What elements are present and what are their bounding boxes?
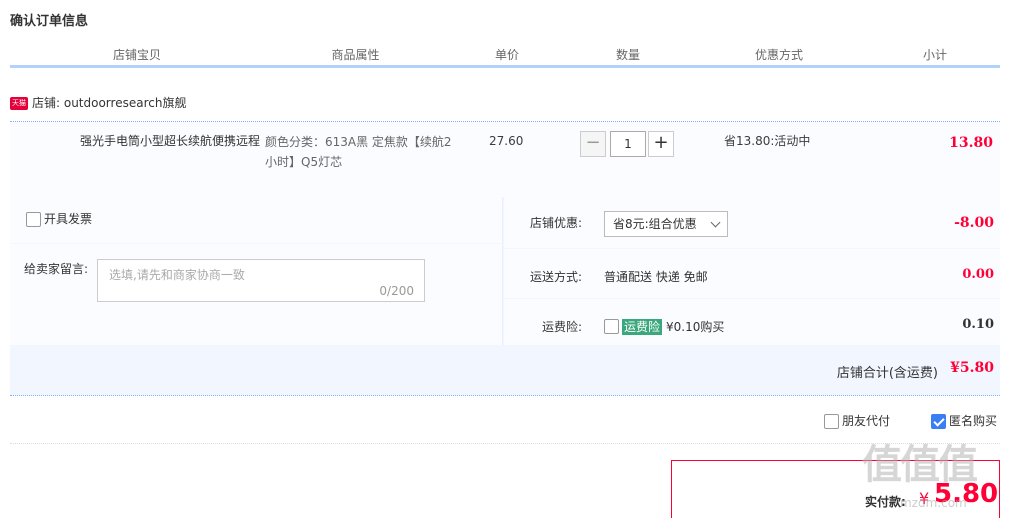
shop-info: 天猫 店铺: outdoorresearch旗舰 [10,94,186,112]
seller-message-placeholder: 选填,请先和商家协商一致 [109,268,245,282]
shipping-value: 0.00 [962,267,994,282]
seller-message-counter: 0/200 [379,284,414,298]
item-title-link[interactable]: 强光手电筒小型超长续航便携远程 [80,132,260,150]
shop-discount-selected: 省8元:组合优惠 [613,217,697,231]
freight-insurance-label: 运费险: [541,320,582,334]
item-attributes: 颜色分类：613A黑 定焦款【续航2小时】Q5灯芯 [265,135,452,169]
item-promotion: 省13.80:活动中 [724,134,811,148]
shop-discount-select[interactable]: 省8元:组合优惠 [604,211,728,237]
seller-message-textarea[interactable]: 选填,请先和商家协商一致 0/200 [97,259,425,302]
friend-pay-checkbox[interactable] [824,414,839,429]
friend-pay-label: 朋友代付 [842,414,891,428]
freight-insurance-price: ¥0.10购买 [666,319,725,334]
tmall-icon: 天猫 [10,97,28,110]
chevron-down-icon [710,217,721,228]
anonymous-purchase-checkbox[interactable] [931,414,946,429]
header-item: 店铺宝贝 [10,46,265,65]
shipping-row: 运送方式: 普通配送 快递 免邮 0.00 [504,249,1000,299]
header-unit-price: 单价 [447,46,568,65]
order-costs-column: 店铺优惠: 省8元:组合优惠 -8.00 运送方式: 普通配送 快递 免邮 0.… [504,197,1000,345]
shop-name-link[interactable]: 店铺: outdoorresearch旗舰 [32,96,186,110]
header-quantity: 数量 [568,46,689,65]
freight-insurance-checkbox[interactable] [604,319,619,334]
quantity-input[interactable] [610,131,646,157]
item-subtotal: 13.80 [949,135,993,151]
quantity-decrease-button[interactable]: − [580,131,606,157]
anonymous-purchase-option[interactable]: 匿名购买 [931,413,997,429]
shipping-label: 运送方式: [529,270,582,284]
shop-discount-row: 店铺优惠: 省8元:组合优惠 -8.00 [504,197,1000,249]
friend-pay-option[interactable]: 朋友代付 [824,413,890,429]
invoice-checkbox[interactable] [26,212,41,227]
shipping-method: 普通配送 快递 免邮 [604,270,708,284]
payment-options-row: 朋友代付 匿名购买 [10,406,1000,444]
order-item-row: 强光手电筒小型超长续航便携远程 颜色分类：613A黑 定焦款【续航2小时】Q5灯… [10,121,1000,197]
invoice-option[interactable]: 开具发票 [26,211,92,227]
divider [10,243,503,244]
shop-total-label: 店铺合计(含运费) [836,366,938,381]
anonymous-purchase-label: 匿名购买 [949,414,998,428]
shop-discount-value: -8.00 [954,215,994,231]
freight-insurance-option[interactable]: 运费险 ¥0.10购买 [604,317,724,335]
header-attributes: 商品属性 [265,46,447,65]
quantity-increase-button[interactable]: + [648,131,674,157]
order-extras-block: 开具发票 给卖家留言: 选填,请先和商家协商一致 0/200 店铺优惠: 省8元… [10,197,1000,396]
page-title: 确认订单信息 [10,14,89,29]
shop-discount-label: 店铺优惠: [529,216,582,230]
watermark-logo: 值值值 [862,442,978,488]
invoice-label: 开具发票 [44,212,93,226]
header-promotion: 优惠方式 [689,46,870,65]
freight-insurance-value: 0.10 [962,317,994,332]
order-table-header: 店铺宝贝 商品属性 单价 数量 优惠方式 小计 [10,46,1000,68]
seller-message-label: 给卖家留言: [24,262,89,276]
freight-insurance-row: 运费险: 运费险 ¥0.10购买 0.10 [504,299,1000,345]
shop-total-row: 店铺合计(含运费) ¥5.80 [10,345,1000,396]
header-subtotal: 小计 [922,48,947,62]
watermark-domain: mzdm.com [900,496,967,510]
order-notes-column: 开具发票 给卖家留言: 选填,请先和商家协商一致 0/200 [10,197,503,345]
freight-insurance-badge: 运费险 [622,318,663,335]
item-unit-price: 27.60 [489,134,524,148]
shop-total-value: ¥5.80 [950,360,994,376]
